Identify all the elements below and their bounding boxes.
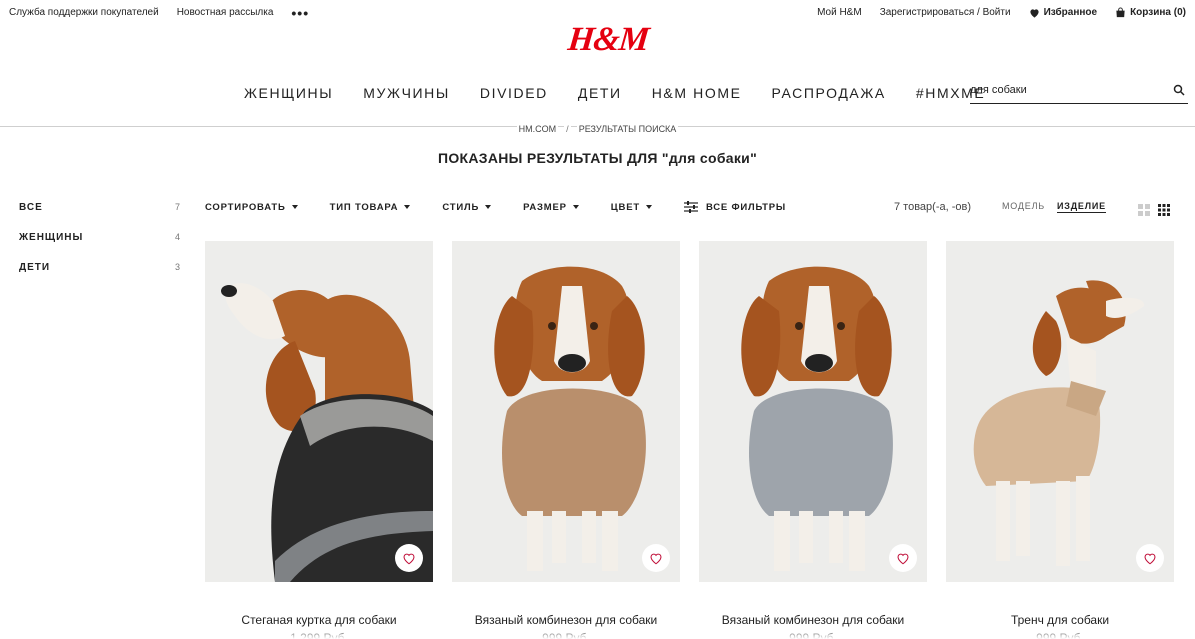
filter-dropdown[interactable]: СТИЛЬ: [442, 201, 492, 213]
caret-down-icon: [404, 205, 411, 209]
sidebar-item-count: 3: [174, 262, 181, 272]
product-name[interactable]: Стеганая куртка для собаки: [205, 613, 433, 627]
nav-item[interactable]: H&M HOME: [652, 85, 742, 101]
favorites-label: Избранное: [1043, 7, 1098, 18]
filter-label: СТИЛЬ: [442, 201, 480, 213]
breadcrumb-home[interactable]: HM.COM: [516, 124, 559, 134]
hm-logo[interactable]: H&M: [566, 18, 651, 64]
product-image[interactable]: [452, 241, 680, 582]
product-image[interactable]: [699, 241, 927, 582]
my-account-link[interactable]: Мой H&M: [817, 7, 862, 18]
caret-down-icon: [572, 205, 579, 209]
add-to-favorites-button[interactable]: [642, 544, 670, 572]
sidebar-item-count: 7: [174, 202, 181, 212]
filter-label: ЦВЕТ: [610, 201, 640, 213]
filter-label: СОРТИРОВАТЬ: [205, 201, 286, 213]
more-icon[interactable]: •••: [291, 6, 309, 20]
search-box[interactable]: [970, 80, 1188, 104]
heart-outline-icon: [1144, 553, 1156, 564]
add-to-favorites-button[interactable]: [1136, 544, 1164, 572]
sidebar-item-label: ЖЕНЩИНЫ: [19, 232, 84, 243]
dog-illustration: [494, 266, 646, 571]
filter-label: РАЗМЕР: [523, 201, 567, 213]
breadcrumb-current: РЕЗУЛЬТАТЫ ПОИСКА: [576, 124, 679, 134]
sidebar-item[interactable]: ДЕТИ 3: [19, 262, 181, 292]
bag-icon: [1116, 7, 1125, 18]
caret-down-icon: [645, 205, 652, 209]
dog-illustration: [973, 280, 1145, 566]
product-name[interactable]: Вязаный комбинезон для собаки: [699, 613, 927, 627]
filter-dropdown[interactable]: ТИП ТОВАРА: [330, 202, 411, 213]
cart-label: Корзина (0): [1130, 7, 1186, 18]
login-link[interactable]: Зарегистрироваться / Войти: [880, 7, 1011, 18]
view-product-tab[interactable]: ИЗДЕЛИЕ: [1057, 201, 1106, 213]
all-filters-button[interactable]: ВСЕ ФИЛЬТРЫ: [683, 201, 786, 213]
search-icon[interactable]: [1173, 84, 1185, 96]
bottom-fade: [0, 627, 1195, 639]
product-name[interactable]: Тренч для собаки: [946, 613, 1174, 627]
nav-item[interactable]: ДЕТИ: [578, 85, 622, 101]
favorites-link[interactable]: Избранное: [1029, 7, 1098, 18]
logo-text: H&M: [566, 21, 651, 58]
nav-item[interactable]: МУЖЧИНЫ: [363, 85, 450, 101]
add-to-favorites-button[interactable]: [395, 544, 423, 572]
nav-item[interactable]: РАСПРОДАЖА: [772, 85, 886, 101]
all-filters-label: ВСЕ ФИЛЬТРЫ: [705, 201, 786, 213]
result-count: 7 товар(-а, -ов): [894, 201, 972, 213]
view-switch: МОДЕЛЬ ИЗДЕЛИЕ: [1002, 201, 1106, 213]
heart-outline-icon: [897, 553, 909, 564]
filter-bar: СОРТИРОВАТЬ ТИП ТОВАРА СТИЛЬ РАЗМЕР ЦВЕТ ВСЕ…: [205, 201, 786, 213]
dog-illustration: [741, 266, 893, 571]
product-card[interactable]: Вязаный комбинезон для собаки999 Руб.: [699, 241, 927, 639]
filter-label: ТИП ТОВАРА: [329, 201, 399, 213]
product-image[interactable]: [205, 241, 433, 582]
sidebar-item-label: ДЕТИ: [19, 262, 51, 273]
filter-dropdown[interactable]: ЦВЕТ: [611, 202, 652, 213]
grid-small-icon[interactable]: [1158, 204, 1170, 216]
sidebar-item[interactable]: ЖЕНЩИНЫ 4: [19, 232, 181, 262]
breadcrumb: HM.COM / РЕЗУЛЬТАТЫ ПОИСКА: [0, 124, 1195, 134]
page-title: ПОКАЗАНЫ РЕЗУЛЬТАТЫ ДЛЯ "для собаки": [437, 150, 758, 166]
product-image[interactable]: [946, 241, 1174, 582]
product-card[interactable]: Вязаный комбинезон для собаки999 Руб.: [452, 241, 680, 639]
newsletter-link[interactable]: Новостная рассылка: [177, 7, 274, 18]
main-nav: ЖЕНЩИНЫ МУЖЧИНЫ DIVIDED ДЕТИ H&M HOME РАСПРОД…: [244, 85, 985, 101]
caret-down-icon: [485, 205, 492, 209]
search-input[interactable]: [970, 80, 1160, 100]
filter-dropdown[interactable]: СОРТИРОВАТЬ: [205, 202, 298, 213]
nav-item[interactable]: DIVIDED: [480, 85, 548, 101]
product-name[interactable]: Вязаный комбинезон для собаки: [452, 613, 680, 627]
product-grid: Стеганая куртка для собаки1 299 Руб. Вяз…: [205, 241, 1174, 639]
grid-large-icon[interactable]: [1138, 204, 1150, 216]
customer-service-link[interactable]: Служба поддержки покупателей: [9, 7, 159, 18]
dog-illustration: [221, 283, 433, 582]
add-to-favorites-button[interactable]: [889, 544, 917, 572]
view-model-tab[interactable]: МОДЕЛЬ: [1002, 201, 1045, 213]
filter-dropdown[interactable]: РАЗМЕР: [523, 202, 579, 213]
utility-right: Мой H&M Зарегистрироваться / Войти Избра…: [817, 7, 1186, 18]
sidebar-item-label: ВСЕ: [19, 202, 43, 213]
category-sidebar: ВСЕ 7 ЖЕНЩИНЫ 4 ДЕТИ 3: [19, 202, 181, 292]
product-card[interactable]: Тренч для собаки999 Руб.: [946, 241, 1174, 639]
caret-down-icon: [291, 205, 298, 209]
nav-item[interactable]: ЖЕНЩИНЫ: [244, 85, 333, 101]
utility-left: Служба поддержки покупателей Новостная р…: [9, 6, 309, 20]
sidebar-item[interactable]: ВСЕ 7: [19, 202, 181, 232]
sliders-icon: [683, 201, 698, 213]
heart-outline-icon: [403, 553, 415, 564]
breadcrumb-separator: /: [564, 124, 571, 134]
heart-outline-icon: [650, 553, 662, 564]
sidebar-item-count: 4: [174, 232, 181, 242]
cart-link[interactable]: Корзина (0): [1115, 7, 1186, 18]
product-card[interactable]: Стеганая куртка для собаки1 299 Руб.: [205, 241, 433, 639]
heart-icon: [1029, 8, 1039, 18]
grid-switch: [1138, 204, 1170, 216]
